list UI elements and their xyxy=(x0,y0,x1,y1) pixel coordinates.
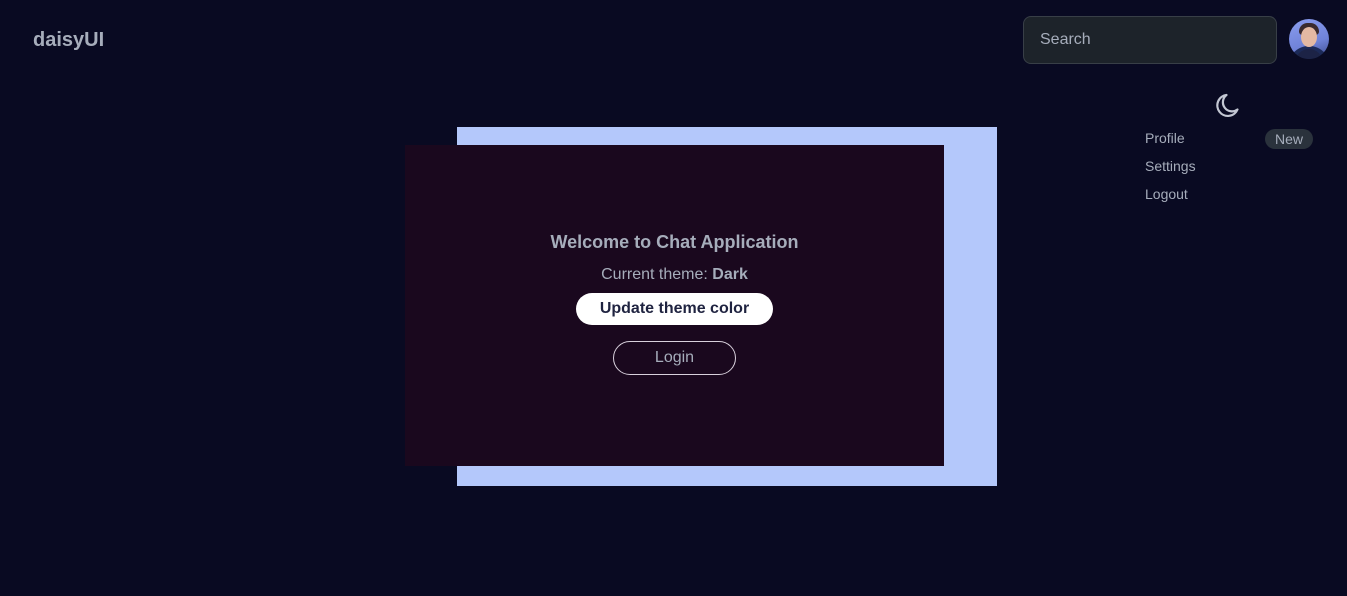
menu-item-label: Settings xyxy=(1145,158,1196,174)
menu-item-settings[interactable]: Settings xyxy=(1133,152,1325,180)
card-title: Welcome to Chat Application xyxy=(550,232,799,252)
current-theme-text: Current theme: Dark xyxy=(601,265,748,285)
menu-item-label: Profile xyxy=(1145,130,1185,146)
brand-logo-link[interactable]: daisyUI xyxy=(16,20,121,60)
moon-icon[interactable] xyxy=(1213,89,1245,121)
menu-item-label: Logout xyxy=(1145,186,1188,202)
search-input[interactable] xyxy=(1023,16,1277,64)
theme-value: Dark xyxy=(712,266,748,283)
login-button[interactable]: Login xyxy=(613,341,736,375)
welcome-card: Welcome to Chat Application Current them… xyxy=(405,145,944,466)
user-dropdown-menu: Profile New Settings Logout xyxy=(1133,124,1325,220)
menu-item-profile[interactable]: Profile New xyxy=(1133,124,1325,152)
theme-toggle-moon-svg xyxy=(1216,93,1239,117)
theme-label: Current theme: xyxy=(601,266,713,283)
new-badge: New xyxy=(1264,129,1313,149)
avatar[interactable] xyxy=(1289,19,1329,59)
menu-item-logout[interactable]: Logout xyxy=(1133,180,1325,208)
navbar: daisyUI xyxy=(0,0,1347,80)
update-theme-button[interactable]: Update theme color xyxy=(575,293,774,325)
